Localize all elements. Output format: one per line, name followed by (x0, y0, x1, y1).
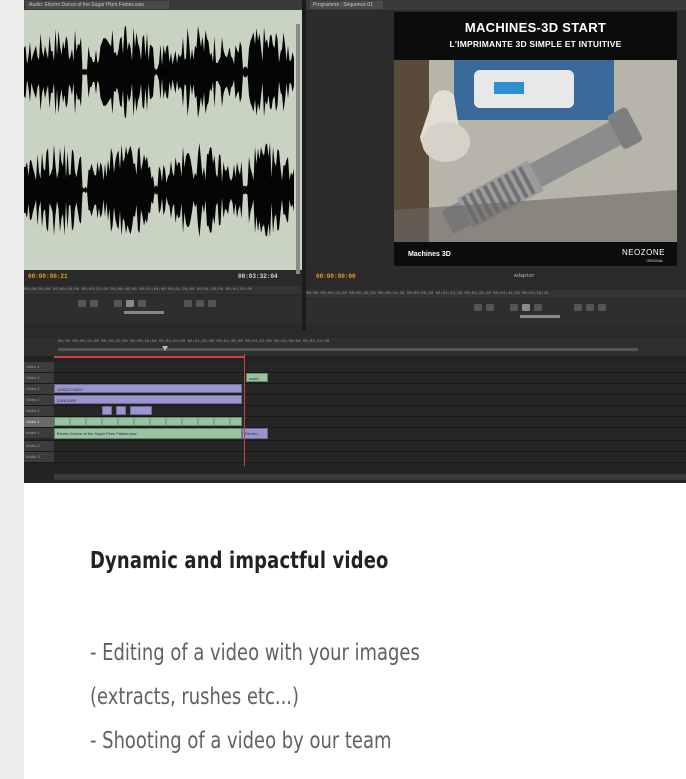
render-bar (54, 356, 244, 358)
clip-v1b[interactable] (116, 406, 126, 415)
track-audio-2: Audio 2 (24, 441, 686, 452)
neozone-logo-sub: ORIGINAL (646, 259, 663, 263)
track-audio-1: Audio 1 Electro Dance of the Sugar Plum … (24, 428, 686, 441)
track-label[interactable]: Audio 3 (24, 452, 54, 462)
body-line-3: - Shooting of a video by our team (90, 728, 392, 754)
clip-v2[interactable]: 1090270.MOV (54, 384, 242, 393)
prog-play-button[interactable] (522, 304, 530, 311)
insert-button[interactable] (184, 300, 192, 307)
source-scrollbar[interactable] (296, 24, 300, 274)
clip-audio-end[interactable]: Electro... (242, 428, 268, 439)
program-ruler[interactable]: 00;00 00;00;14;29 00;00;29;29 00;00;44;2… (306, 290, 686, 298)
mark-in-button[interactable] (78, 300, 86, 307)
video-title: MACHINES-3D START (464, 20, 607, 35)
clip-v2b[interactable]: ZUNCHIRI (54, 395, 242, 404)
jog-slider[interactable] (124, 311, 164, 314)
work-area-marker[interactable] (162, 346, 168, 351)
track-label[interactable]: Vidéo 1 (24, 395, 54, 405)
program-transport-controls (306, 300, 686, 326)
program-video-frame: MACHINES-3D START L'IMPRIMANTE 3D SIMPLE… (394, 12, 677, 266)
track-label[interactable]: Vidéo 3 (24, 373, 54, 383)
prog-step-forward-button[interactable] (534, 304, 542, 311)
audio-waveform-right (24, 142, 294, 238)
extract-button[interactable] (586, 304, 594, 311)
prog-export-frame-button[interactable] (598, 304, 606, 311)
track-label[interactable]: Vidéo 1 (24, 417, 54, 427)
prog-mark-in-button[interactable] (474, 304, 482, 311)
step-forward-button[interactable] (138, 300, 146, 307)
export-frame-button[interactable] (208, 300, 216, 307)
lift-button[interactable] (574, 304, 582, 311)
section-heading: Dynamic and impactful video (90, 548, 389, 574)
clip-v1c[interactable] (130, 406, 152, 415)
audio-waveform-left (24, 25, 294, 119)
body-line-1: - Editing of a video with your images (90, 640, 420, 666)
clip-v1a[interactable] (102, 406, 112, 415)
track-audio-3: Audio 3 (24, 452, 686, 463)
printer-photo (394, 60, 677, 242)
track-label[interactable]: Audio 1 (24, 428, 54, 438)
program-monitor-tabbar: Programme : Séquence 01 (306, 0, 686, 10)
audio-waveform-panel (24, 10, 302, 274)
track-video-3: Vidéo 3 mach (24, 373, 686, 384)
video-subtitle: L'IMPRIMANTE 3D SIMPLE ET INTUITIVE (449, 39, 622, 49)
source-timecode-in: 00:00:00:21 (28, 273, 68, 280)
timeline-panel: 00;00 00;00;16;00 00;00;32;00 00;00;48;0… (24, 338, 686, 483)
program-monitor-tab[interactable]: Programme : Séquence 01 (310, 1, 383, 9)
clip-video-1-sequence[interactable] (54, 417, 242, 426)
source-monitor-tabbar: Audio: Electro Dance of the Sugar Plum F… (24, 0, 302, 10)
play-button[interactable] (126, 300, 134, 307)
track-label[interactable]: Vidéo 4 (24, 362, 54, 372)
clip-audio-main[interactable]: Electro Dance of the Sugar Plum Fairies.… (54, 428, 242, 439)
printed-objects-image (394, 60, 677, 242)
video-footer-left: Machines 3D (408, 251, 451, 258)
step-back-button[interactable] (114, 300, 122, 307)
track-video-2: Vidéo 2 1090270.MOV (24, 384, 686, 395)
track-label[interactable]: Vidéo 1 (24, 406, 54, 416)
program-fit-select[interactable]: Adapter (514, 273, 535, 279)
track-label[interactable]: Vidéo 2 (24, 384, 54, 394)
timeline-scrollbar[interactable] (54, 474, 686, 480)
mark-out-button[interactable] (90, 300, 98, 307)
program-timecode-in: 00:00:00:00 (316, 273, 356, 280)
track-video-1a: Vidéo 1 (24, 406, 686, 417)
prog-step-back-button[interactable] (510, 304, 518, 311)
neozone-logo: NEOZONE (621, 248, 665, 257)
track-video-2b: Vidéo 1 ZUNCHIRI (24, 395, 686, 406)
clip-v3-small[interactable]: mach (246, 373, 268, 382)
source-transport-controls (24, 296, 302, 322)
body-line-2: (extracts, rushes etc...) (90, 684, 299, 710)
timeline-ruler[interactable]: 00;00 00;00;16;00 00;00;32;00 00;00;48;0… (24, 338, 686, 356)
track-label[interactable]: Audio 2 (24, 441, 54, 451)
source-monitor-tab[interactable]: Audio: Electro Dance of the Sugar Plum F… (26, 1, 169, 9)
overwrite-button[interactable] (196, 300, 204, 307)
source-timecode-out: 00:03:32:04 (238, 273, 278, 280)
source-ruler[interactable]: 00;00;00;00 00;00;16;00 00;00;32;00 00;0… (24, 286, 302, 294)
track-video-4: Vidéo 4 (24, 362, 686, 373)
timeline-ruler-labels: 00;00 00;00;16;00 00;00;32;00 00;00;48;0… (58, 340, 330, 344)
video-editor-screenshot: Audio: Electro Dance of the Sugar Plum F… (24, 0, 686, 483)
timeline-playhead[interactable] (244, 354, 245, 466)
track-video-1: Vidéo 1 (24, 417, 686, 428)
prog-mark-out-button[interactable] (486, 304, 494, 311)
work-area-bar[interactable] (58, 348, 638, 351)
prog-jog-slider[interactable] (520, 315, 560, 318)
